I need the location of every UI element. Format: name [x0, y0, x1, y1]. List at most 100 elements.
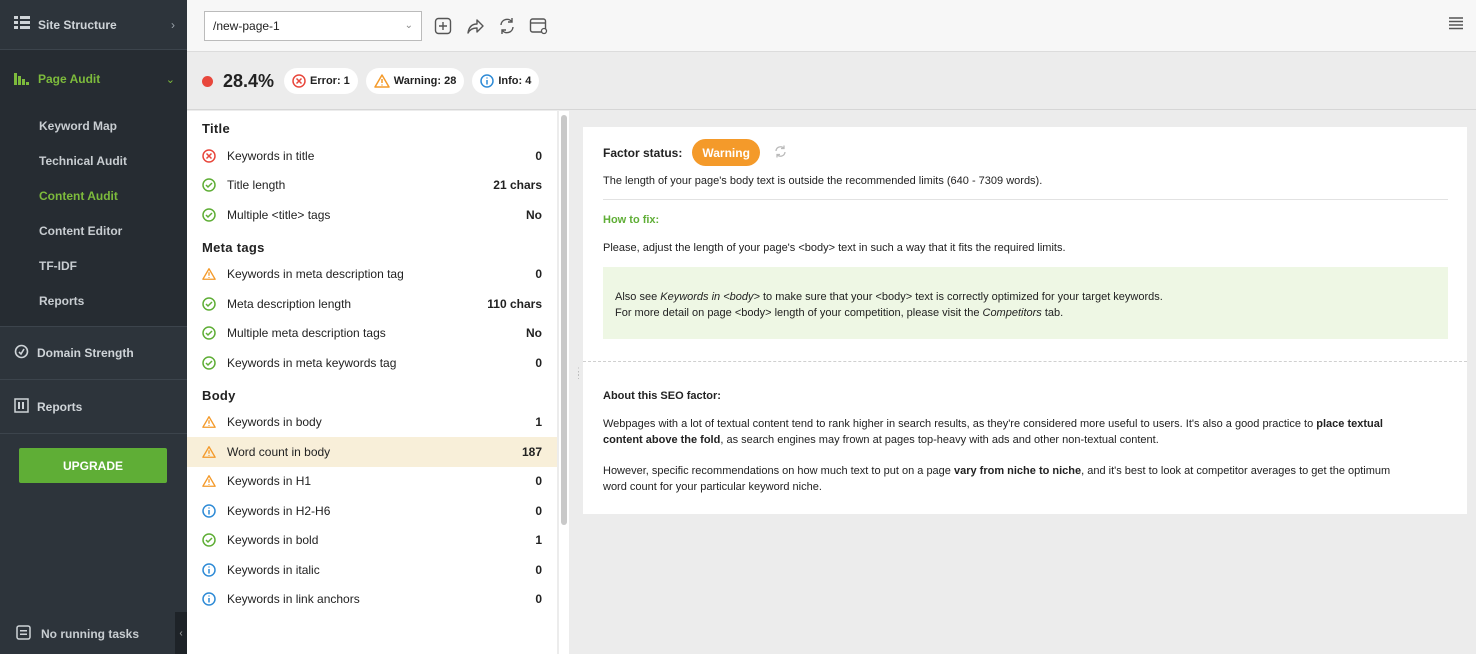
- site-structure-icon: [14, 16, 30, 33]
- sidebar-item-reports[interactable]: Reports: [0, 380, 187, 434]
- factor-detail-panel: Factor status: Warning The length of you…: [583, 127, 1467, 514]
- factor-row[interactable]: Keywords in meta keywords tag 0: [187, 348, 557, 378]
- factor-name: Multiple <title> tags: [227, 207, 331, 222]
- sidebar-item-content-audit[interactable]: Content Audit: [0, 178, 187, 213]
- running-tasks-status[interactable]: No running tasks: [0, 614, 187, 654]
- factor-row[interactable]: Keywords in body 1: [187, 408, 557, 438]
- factor-name: Keywords in link anchors: [227, 592, 360, 607]
- factor-value: 0: [535, 267, 542, 282]
- sidebar-item-site-structure[interactable]: Site Structure ›: [0, 0, 187, 50]
- factor-row[interactable]: Multiple meta description tags No: [187, 319, 557, 349]
- tip-line-2: For more detail on page <body> length of…: [615, 307, 1064, 319]
- scrollbar-thumb[interactable]: [561, 115, 567, 525]
- url-select[interactable]: /new-page-1 ⌄: [204, 10, 422, 41]
- drag-handle-icon: ⋮ ⋮: [574, 366, 583, 380]
- sidebar-item-page-audit[interactable]: Page Audit ⌄: [0, 50, 187, 108]
- competitors-tab-link[interactable]: Competitors: [983, 307, 1042, 319]
- warning-icon: [374, 74, 390, 88]
- share-button[interactable]: [464, 15, 486, 37]
- sidebar: Site Structure › Page Audit ⌄ Keyword Ma…: [0, 0, 187, 654]
- factor-value: 0: [535, 148, 542, 163]
- factor-name: Keywords in title: [227, 148, 315, 163]
- collapse-sidebar-button[interactable]: ‹: [175, 612, 187, 654]
- factor-name: Keywords in H1: [227, 474, 312, 489]
- page-settings-button[interactable]: [528, 15, 550, 37]
- factor-name: Keywords in meta description tag: [227, 267, 404, 282]
- factor-value: 1: [535, 533, 542, 548]
- refresh-icon: [500, 17, 514, 34]
- upgrade-button[interactable]: UPGRADE: [19, 448, 167, 483]
- hamburger-menu-icon: [1449, 17, 1463, 30]
- factor-group-title: Meta tags: [202, 239, 265, 255]
- factor-value: No: [526, 207, 542, 222]
- status-badge: Warning: [692, 139, 760, 166]
- factor-row[interactable]: Title length 21 chars: [187, 171, 557, 201]
- factor-row[interactable]: Word count in body 187: [187, 437, 557, 467]
- factor-value: 1: [535, 415, 542, 430]
- check-circle-icon: [202, 297, 216, 311]
- sidebar-label: Domain Strength: [37, 346, 134, 360]
- factor-row[interactable]: Multiple <title> tags No: [187, 200, 557, 230]
- url-select-value: /new-page-1: [213, 18, 280, 33]
- info-icon: [480, 74, 495, 88]
- sidebar-label: Reports: [37, 399, 83, 414]
- factor-value: 0: [535, 592, 542, 607]
- info-filter-pill[interactable]: Info: 4: [472, 68, 540, 94]
- sidebar-item-domain-strength[interactable]: Domain Strength: [0, 326, 187, 380]
- factor-name: Keywords in H2-H6: [227, 503, 331, 518]
- factor-value: 0: [535, 474, 542, 489]
- factor-name: Keywords in italic: [227, 562, 320, 577]
- page-audit-icon: [14, 71, 30, 88]
- error-icon: [202, 149, 216, 163]
- warning-icon: [202, 445, 216, 459]
- factor-value: No: [526, 326, 542, 341]
- check-circle-icon: [202, 178, 216, 192]
- divider: [603, 199, 1448, 200]
- factor-name: Keywords in body: [227, 415, 322, 430]
- factor-row[interactable]: Keywords in H2-H6 0: [187, 496, 557, 526]
- factor-list-scrollbar[interactable]: [559, 111, 569, 654]
- about-paragraph-1: Webpages with a lot of textual content t…: [603, 418, 1383, 446]
- factor-row[interactable]: Keywords in H1 0: [187, 467, 557, 497]
- factor-row[interactable]: Keywords in link anchors 0: [187, 585, 557, 615]
- factor-status: Factor status: Warning: [603, 139, 787, 166]
- add-page-button[interactable]: [432, 15, 454, 37]
- factor-value: 0: [535, 562, 542, 577]
- warning-icon: [202, 415, 216, 429]
- sidebar-item-technical-audit[interactable]: Technical Audit: [0, 143, 187, 178]
- factor-summary: The length of your page's body text is o…: [603, 175, 1043, 187]
- sidebar-item-reports-sub[interactable]: Reports: [0, 283, 187, 318]
- reports-icon: [14, 397, 29, 416]
- check-circle-icon: [202, 208, 216, 222]
- sidebar-item-content-editor[interactable]: Content Editor: [0, 213, 187, 248]
- section-divider: [583, 361, 1467, 362]
- toolbar: /new-page-1 ⌄: [187, 0, 1476, 52]
- audit-status-bar: 28.4% Error: 1 Warning: 28 Info: 4: [187, 53, 1476, 110]
- error-icon: [292, 74, 306, 88]
- chevron-right-icon: ›: [171, 17, 175, 32]
- factor-row[interactable]: Meta description length 110 chars: [187, 289, 557, 319]
- refresh-status-icon[interactable]: [774, 145, 787, 161]
- sidebar-item-tf-idf[interactable]: TF-IDF: [0, 248, 187, 283]
- factor-name: Word count in body: [227, 444, 331, 459]
- sidebar-item-keyword-map[interactable]: Keyword Map: [0, 108, 187, 143]
- panel-splitter[interactable]: ⋮ ⋮: [569, 111, 583, 654]
- warning-filter-pill[interactable]: Warning: 28: [365, 68, 465, 94]
- optimization-score: 28.4%: [223, 70, 275, 91]
- gauge-icon: [14, 344, 29, 362]
- factor-row[interactable]: Keywords in italic 0: [187, 555, 557, 585]
- factor-name: Keywords in bold: [227, 533, 319, 548]
- warning-icon: [202, 474, 216, 488]
- error-filter-pill[interactable]: Error: 1: [284, 68, 358, 94]
- tasks-icon: [16, 625, 31, 643]
- page-audit-submenu: Keyword Map Technical Audit Content Audi…: [0, 108, 187, 326]
- factor-row[interactable]: Keywords in meta description tag 0: [187, 260, 557, 290]
- how-to-fix-heading: How to fix:: [603, 214, 660, 226]
- fix-instructions: Please, adjust the length of your page's…: [603, 242, 1066, 254]
- factor-row[interactable]: Keywords in title 0: [187, 141, 557, 171]
- factor-row[interactable]: Keywords in bold 1: [187, 526, 557, 556]
- refresh-button[interactable]: [496, 15, 518, 37]
- factor-status-label: Factor status:: [603, 145, 683, 160]
- keywords-in-body-link[interactable]: Keywords in <body>: [660, 291, 760, 303]
- menu-button[interactable]: [1448, 16, 1464, 33]
